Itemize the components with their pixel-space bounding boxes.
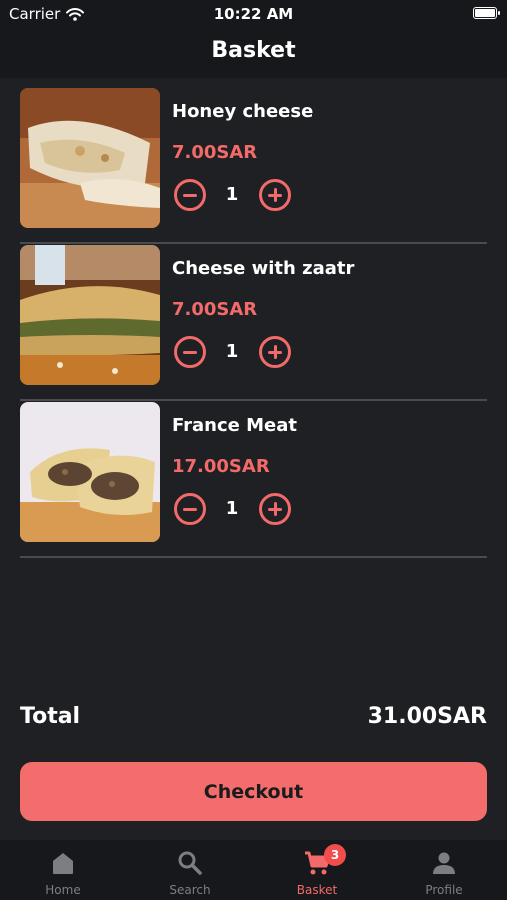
nav-bar: Basket (0, 28, 507, 78)
increase-button[interactable] (259, 179, 291, 211)
tab-label: Basket (296, 883, 338, 897)
quantity-value: 1 (225, 184, 239, 205)
tab-label: Search (169, 883, 211, 897)
increase-button[interactable] (259, 336, 291, 368)
person-icon (433, 852, 455, 874)
quantity-stepper: 1 (172, 336, 293, 370)
home-icon (53, 853, 73, 874)
decrease-button[interactable] (174, 179, 206, 211)
basket-item[interactable]: Honey cheese 7.00SAR 1 (20, 87, 487, 244)
basket-list: Honey cheese 7.00SAR 1 Cheese with zaatr… (20, 87, 487, 558)
tab-bar: Home Search 3 Basket Profile (0, 840, 507, 900)
total-label: Total (20, 704, 81, 729)
item-name: France Meat (172, 415, 297, 436)
tab-search[interactable]: Search (127, 840, 253, 900)
item-price: 7.00SAR (172, 299, 258, 320)
total-row: Total 31.00SAR (20, 704, 487, 734)
item-price: 17.00SAR (172, 456, 270, 477)
status-time: 10:22 AM (213, 5, 294, 23)
checkout-button[interactable]: Checkout (20, 762, 487, 821)
page-title: Basket (211, 38, 296, 63)
cart-count-badge: 3 (324, 844, 346, 866)
basket-item[interactable]: Cheese with zaatr 7.00SAR 1 (20, 244, 487, 401)
status-bar: Carrier 10:22 AM (0, 0, 507, 28)
search-icon (178, 851, 202, 875)
decrease-button[interactable] (174, 336, 206, 368)
item-name: Cheese with zaatr (172, 258, 355, 279)
quantity-value: 1 (225, 498, 239, 519)
product-image (20, 88, 160, 228)
tab-basket[interactable]: 3 Basket (254, 840, 380, 900)
quantity-stepper: 1 (172, 493, 293, 527)
product-image (20, 402, 160, 542)
basket-item[interactable]: France Meat 17.00SAR 1 (20, 401, 487, 558)
increase-button[interactable] (259, 493, 291, 525)
product-image (20, 245, 160, 385)
tab-label: Profile (425, 883, 463, 897)
item-price: 7.00SAR (172, 142, 258, 163)
tab-home[interactable]: Home (0, 840, 126, 900)
decrease-button[interactable] (174, 493, 206, 525)
tab-profile[interactable]: Profile (381, 840, 507, 900)
quantity-value: 1 (225, 341, 239, 362)
quantity-stepper: 1 (172, 179, 293, 213)
tab-label: Home (45, 883, 81, 897)
battery-icon (473, 7, 500, 19)
total-value: 31.00SAR (367, 704, 487, 729)
item-name: Honey cheese (172, 101, 314, 122)
